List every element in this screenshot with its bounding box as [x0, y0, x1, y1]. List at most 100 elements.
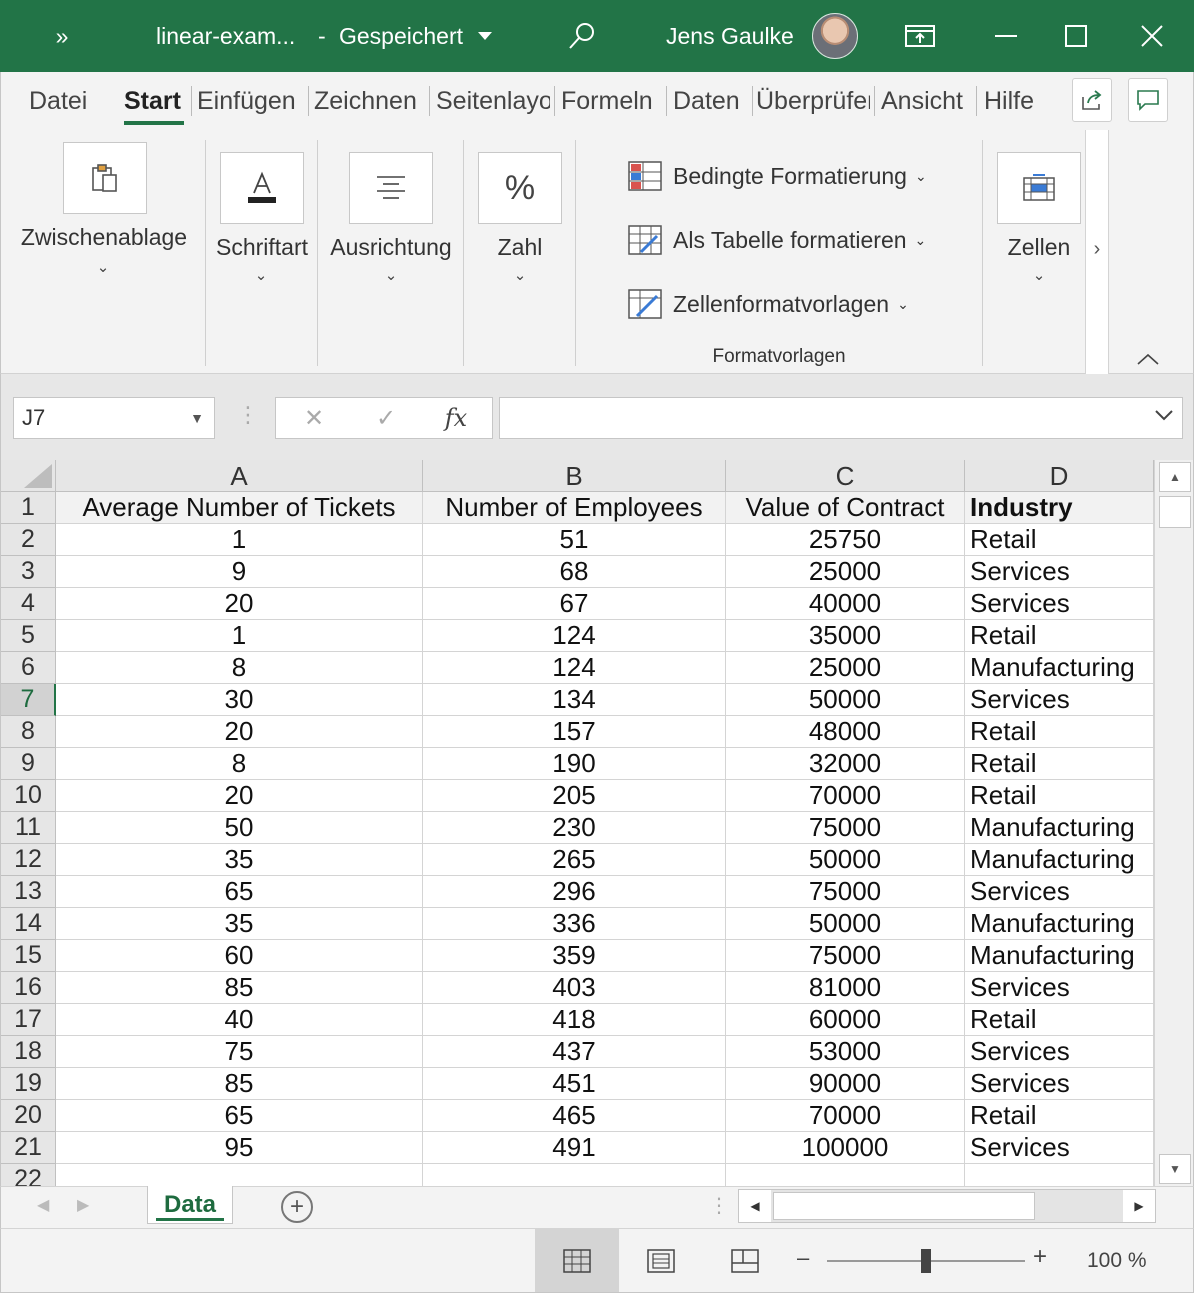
cell[interactable]: Services — [965, 972, 1154, 1004]
row-header-9[interactable]: 9 — [1, 748, 56, 780]
chevron-down-icon[interactable]: ⌄ — [510, 266, 530, 284]
cell[interactable]: 32000 — [726, 748, 965, 780]
cell[interactable]: 25750 — [726, 524, 965, 556]
cell[interactable]: 20 — [56, 780, 423, 812]
cell[interactable]: Retail — [965, 1100, 1154, 1132]
chevron-down-icon[interactable]: ⌄ — [1029, 266, 1049, 284]
cell[interactable] — [965, 1164, 1154, 1186]
font-button[interactable] — [220, 152, 304, 224]
cell[interactable]: 205 — [423, 780, 726, 812]
cell[interactable]: 65 — [56, 1100, 423, 1132]
cell[interactable]: 85 — [56, 1068, 423, 1100]
cell[interactable]: Services — [965, 876, 1154, 908]
minimize-icon[interactable] — [974, 0, 1038, 72]
sheet-nav-prev-icon[interactable]: ◀ — [37, 1195, 49, 1215]
formula-input[interactable] — [499, 397, 1183, 439]
cell[interactable] — [423, 1164, 726, 1186]
tab-seitenlayout[interactable]: Seitenlayout — [436, 72, 550, 130]
expand-formula-bar-icon[interactable] — [1154, 408, 1174, 422]
avatar[interactable] — [812, 13, 858, 59]
tab-datei[interactable]: Datei — [29, 72, 93, 130]
sheet-nav-next-icon[interactable]: ▶ — [77, 1195, 89, 1215]
share-icon[interactable] — [1072, 78, 1112, 122]
cell[interactable]: 53000 — [726, 1036, 965, 1068]
chevron-down-icon[interactable]: ▼ — [190, 410, 204, 426]
cell[interactable]: Services — [965, 1036, 1154, 1068]
cell[interactable]: 124 — [423, 652, 726, 684]
tab-split-grip-icon[interactable]: ⋮ — [709, 1193, 729, 1218]
normal-view-icon[interactable] — [535, 1229, 619, 1292]
row-header-13[interactable]: 13 — [1, 876, 56, 908]
comments-icon[interactable] — [1128, 78, 1168, 122]
cell[interactable]: Manufacturing — [965, 908, 1154, 940]
horizontal-scrollbar[interactable]: ◀ ▶ — [738, 1189, 1156, 1223]
chevron-down-icon[interactable]: ⌄ — [915, 232, 927, 249]
cancel-icon[interactable]: ✕ — [284, 398, 344, 438]
save-status-dropdown-icon[interactable] — [474, 0, 496, 72]
row-header-19[interactable]: 19 — [1, 1068, 56, 1100]
row-header-3[interactable]: 3 — [1, 556, 56, 588]
cell[interactable]: 35000 — [726, 620, 965, 652]
cell[interactable]: 491 — [423, 1132, 726, 1164]
cell[interactable]: 1 — [56, 524, 423, 556]
cell[interactable]: 95 — [56, 1132, 423, 1164]
cell[interactable]: Retail — [965, 748, 1154, 780]
tab-start[interactable]: Start — [124, 72, 184, 130]
cell[interactable]: 35 — [56, 844, 423, 876]
ribbon-display-options-icon[interactable] — [888, 0, 952, 72]
row-header-21[interactable]: 21 — [1, 1132, 56, 1164]
cell[interactable]: 359 — [423, 940, 726, 972]
ribbon-scroll-right-icon[interactable]: › — [1087, 238, 1107, 261]
cell[interactable]: 465 — [423, 1100, 726, 1132]
cell[interactable]: 75000 — [726, 940, 965, 972]
header-cell[interactable]: Number of Employees — [423, 492, 726, 524]
cell[interactable]: 134 — [423, 684, 726, 716]
clipboard-button[interactable] — [63, 142, 147, 214]
cell[interactable]: Services — [965, 684, 1154, 716]
vertical-scrollbar[interactable]: ▲ ▼ — [1154, 460, 1193, 1186]
formula-bar-grip-icon[interactable]: ⋮ — [237, 402, 259, 428]
zoom-in-button[interactable]: + — [1033, 1243, 1047, 1271]
cell[interactable]: 40000 — [726, 588, 965, 620]
cell[interactable]: Services — [965, 556, 1154, 588]
alignment-button[interactable] — [349, 152, 433, 224]
row-header-12[interactable]: 12 — [1, 844, 56, 876]
cell[interactable]: Services — [965, 588, 1154, 620]
chevron-down-icon[interactable]: ⌄ — [381, 266, 401, 284]
row-header-15[interactable]: 15 — [1, 940, 56, 972]
scroll-up-icon[interactable]: ▲ — [1159, 462, 1191, 492]
cell[interactable]: 70000 — [726, 780, 965, 812]
tab-daten[interactable]: Daten — [673, 72, 749, 130]
header-cell[interactable]: Industry — [965, 492, 1154, 524]
search-icon[interactable] — [560, 0, 604, 72]
format-as-table-button[interactable]: Als Tabelle formatieren ⌄ — [627, 220, 926, 260]
cell[interactable]: Services — [965, 1068, 1154, 1100]
cell[interactable]: 50000 — [726, 684, 965, 716]
cell[interactable]: Retail — [965, 524, 1154, 556]
cell[interactable]: 40 — [56, 1004, 423, 1036]
cell[interactable]: 67 — [423, 588, 726, 620]
cell[interactable]: 190 — [423, 748, 726, 780]
row-header-2[interactable]: 2 — [1, 524, 56, 556]
scroll-down-icon[interactable]: ▼ — [1159, 1154, 1191, 1184]
chevron-down-icon[interactable]: ⌄ — [915, 168, 927, 185]
sheet-tab-data[interactable]: Data — [147, 1186, 233, 1224]
row-header-20[interactable]: 20 — [1, 1100, 56, 1132]
cell[interactable]: 437 — [423, 1036, 726, 1068]
cell[interactable]: 50000 — [726, 908, 965, 940]
cell[interactable]: 20 — [56, 716, 423, 748]
cell[interactable]: 65 — [56, 876, 423, 908]
vertical-scroll-thumb[interactable] — [1159, 496, 1191, 528]
cell[interactable]: 124 — [423, 620, 726, 652]
cell[interactable]: 81000 — [726, 972, 965, 1004]
zoom-out-button[interactable]: – — [797, 1245, 809, 1271]
zoom-level[interactable]: 100 % — [1087, 1249, 1147, 1273]
cell[interactable]: 230 — [423, 812, 726, 844]
percent-icon[interactable]: % — [478, 152, 562, 224]
cell[interactable]: Manufacturing — [965, 844, 1154, 876]
cell[interactable]: 50 — [56, 812, 423, 844]
row-header-11[interactable]: 11 — [1, 812, 56, 844]
cell[interactable]: Manufacturing — [965, 652, 1154, 684]
column-header-c[interactable]: C — [726, 460, 965, 492]
cell[interactable]: 30 — [56, 684, 423, 716]
